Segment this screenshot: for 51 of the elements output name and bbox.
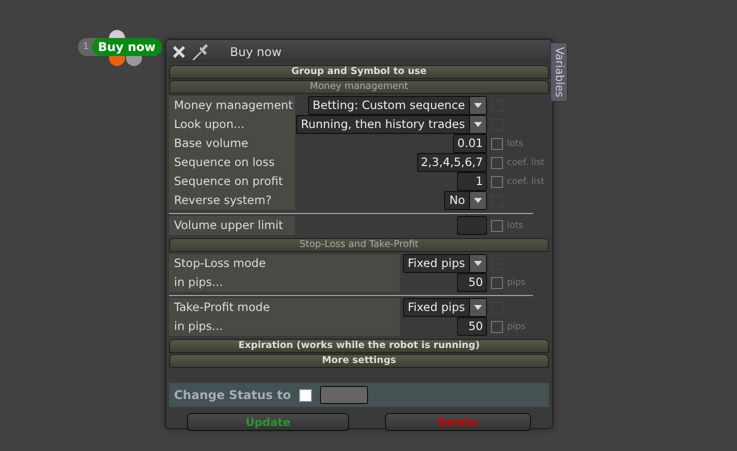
number-field[interactable]: 2,3,4,5,6,7 bbox=[416, 153, 487, 172]
section-header[interactable]: Group and Symbol to use bbox=[169, 65, 549, 79]
field-label: Look upon... bbox=[169, 115, 295, 134]
close-icon[interactable] bbox=[172, 44, 186, 58]
unit-label: coef. list bbox=[507, 158, 544, 168]
caret-icon bbox=[474, 103, 482, 108]
unit-label: coef. list bbox=[507, 176, 544, 186]
field-label: Reverse system? bbox=[169, 191, 295, 210]
node-label[interactable]: Buy now bbox=[92, 38, 162, 56]
dropdown[interactable]: Running, then history trades bbox=[296, 115, 487, 134]
checkbox[interactable] bbox=[491, 276, 503, 288]
dropdown[interactable]: Betting: Custom sequence bbox=[308, 96, 487, 115]
field-label: Money management bbox=[169, 96, 295, 115]
dropdown[interactable]: Fixed pips bbox=[402, 254, 487, 273]
section-header[interactable]: Expiration (works while the robot is running) bbox=[169, 339, 549, 353]
field-label: Volume upper limit bbox=[169, 216, 295, 235]
checkbox[interactable] bbox=[491, 220, 503, 232]
dropdown[interactable]: No bbox=[444, 191, 487, 210]
field-label: Take-Profit mode bbox=[169, 298, 400, 317]
caret-icon bbox=[474, 122, 482, 127]
caret-icon bbox=[474, 261, 482, 266]
number-field[interactable]: 0.01 bbox=[453, 134, 487, 153]
unit-label: pips bbox=[507, 278, 526, 288]
section-header[interactable]: Stop-Loss and Take-Profit bbox=[169, 238, 549, 252]
variables-tab[interactable]: Variables bbox=[550, 42, 568, 102]
number-field[interactable] bbox=[457, 216, 487, 235]
unit-label: pips bbox=[507, 322, 526, 332]
unit-label: lots bbox=[507, 220, 524, 230]
number-field[interactable]: 50 bbox=[457, 317, 487, 336]
number-field[interactable]: 50 bbox=[457, 273, 487, 292]
field-label: in pips... bbox=[169, 317, 400, 336]
checkbox[interactable] bbox=[491, 320, 503, 332]
section-header[interactable]: Money management bbox=[169, 80, 549, 94]
checkbox[interactable] bbox=[491, 176, 503, 188]
status-label: Change Status to bbox=[174, 388, 291, 402]
caret-icon bbox=[474, 198, 482, 203]
field-label: Base volume bbox=[169, 134, 295, 153]
field-label: Sequence on loss bbox=[169, 153, 295, 172]
status-checkbox[interactable] bbox=[298, 388, 312, 402]
number-field[interactable]: 1 bbox=[457, 172, 487, 191]
status-field[interactable] bbox=[320, 386, 368, 404]
checkbox[interactable] bbox=[491, 138, 503, 150]
caret-icon bbox=[474, 305, 482, 310]
field-label: Stop-Loss mode bbox=[169, 254, 400, 273]
unit-label: lots bbox=[507, 138, 524, 148]
window-title: Buy now bbox=[230, 44, 282, 58]
section-header[interactable]: More settings bbox=[169, 354, 549, 368]
dropdown[interactable]: Fixed pips bbox=[402, 298, 487, 317]
field-label: Sequence on profit bbox=[169, 172, 295, 191]
field-label: in pips... bbox=[169, 273, 400, 292]
checkbox[interactable] bbox=[491, 156, 503, 168]
